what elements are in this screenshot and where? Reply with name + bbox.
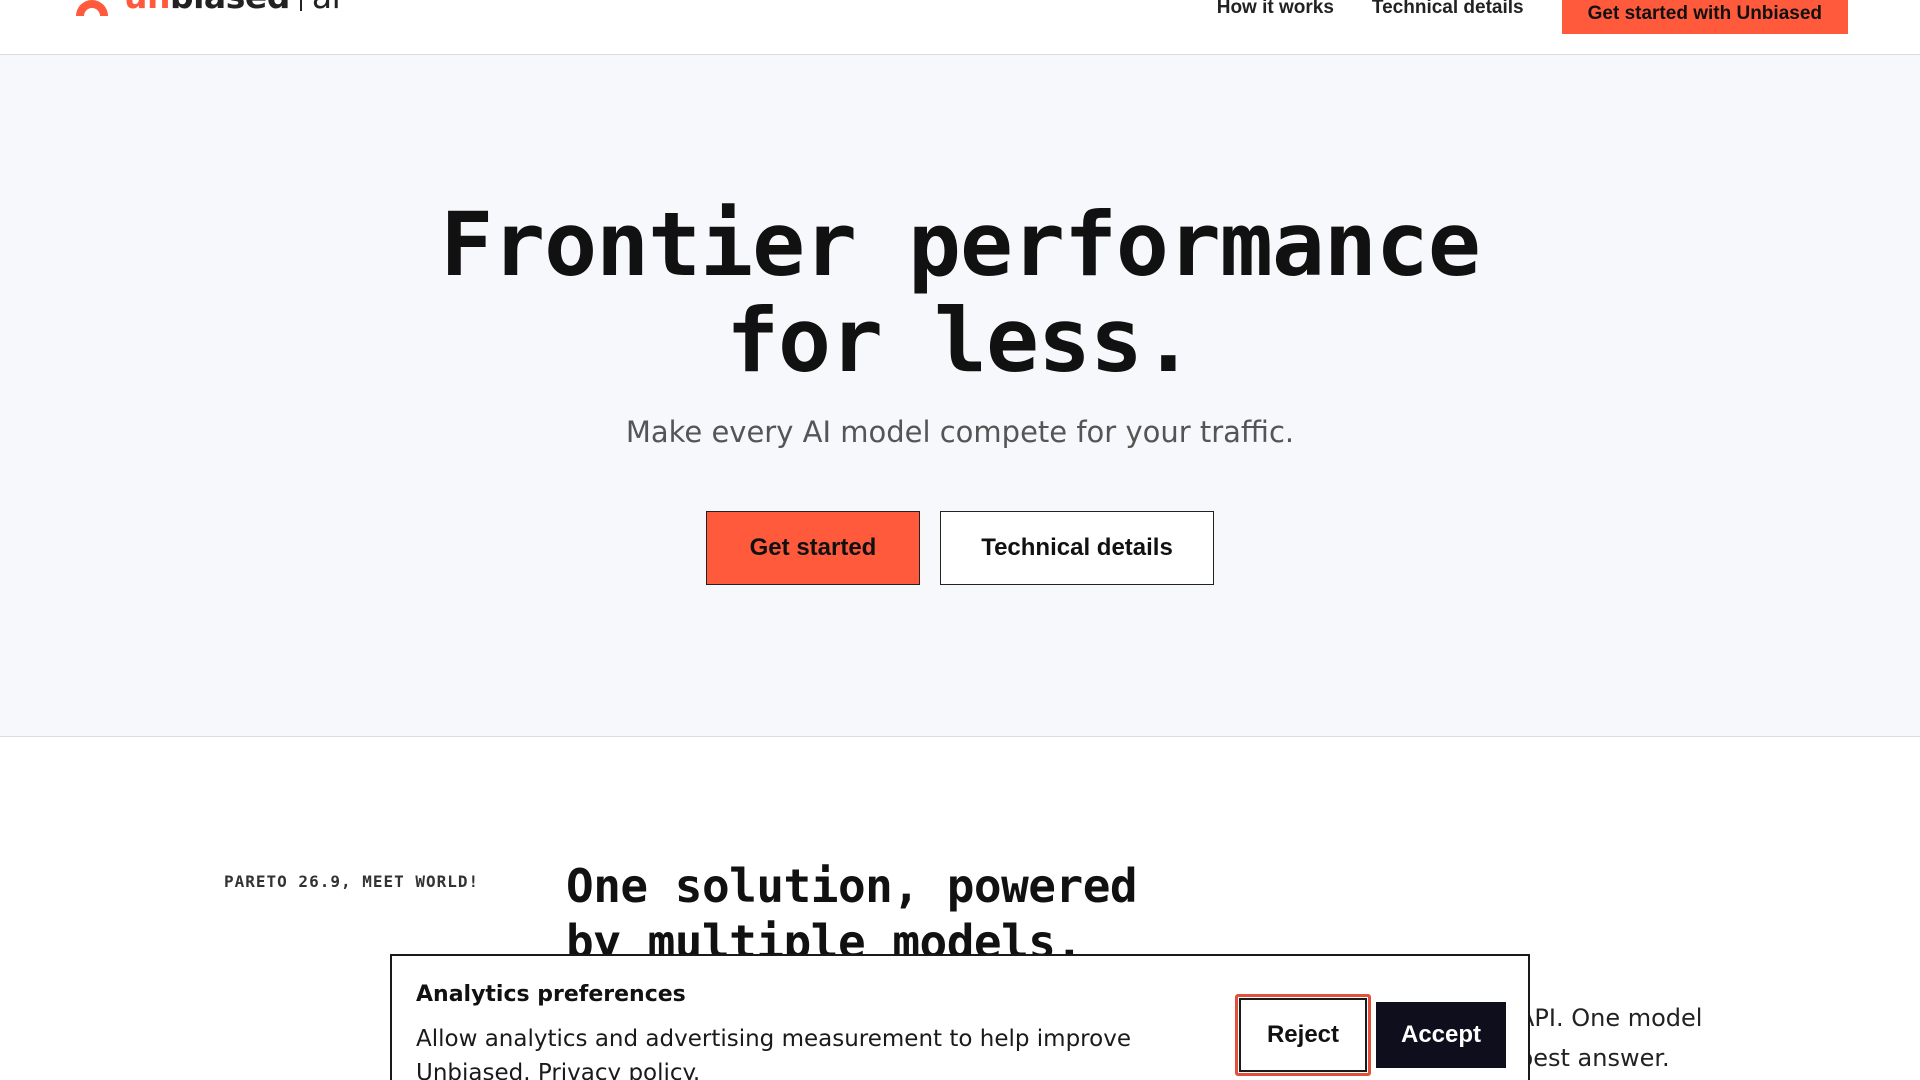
logo-wordmark: un biased ai <box>124 0 341 16</box>
nav-technical-details[interactable]: Technical details <box>1372 0 1524 19</box>
consent-title: Analytics preferences <box>416 982 686 1007</box>
accept-button[interactable]: Accept <box>1376 1002 1506 1068</box>
unbiased-logo[interactable]: un biased ai <box>72 0 341 16</box>
hero-buttons: Get started Technical details <box>0 511 1920 585</box>
logo-divider <box>299 0 302 11</box>
section-side-line-1: API. One model <box>1518 1004 1703 1032</box>
analytics-consent-banner: Analytics preferences Allow analytics an… <box>390 954 1530 1080</box>
logo-ai: ai <box>312 0 341 16</box>
section-side-line-2: best answer. <box>1518 1044 1670 1072</box>
nav-get-started-button[interactable]: Get started with Unbiased <box>1561 0 1848 34</box>
section-title-line-1: One solution, powered <box>566 859 1138 913</box>
technical-details-button[interactable]: Technical details <box>940 511 1214 585</box>
consent-text: Allow analytics and advertising measurem… <box>416 1022 1136 1080</box>
logo-biased: biased <box>170 0 290 16</box>
logo-un: un <box>124 0 171 16</box>
hero-subtitle: Make every AI model compete for your tra… <box>625 415 1295 449</box>
hero-title-line-2: for less. <box>726 289 1195 392</box>
logo-arch-icon <box>72 0 112 16</box>
nav-how-it-works[interactable]: How it works <box>1217 0 1334 19</box>
consent-description: Allow analytics and advertising measurem… <box>416 1026 1131 1080</box>
hero-title-line-1: Frontier performance <box>440 193 1481 296</box>
get-started-button[interactable]: Get started <box>706 511 920 585</box>
site-header: un biased ai How it works Technical deta… <box>0 0 1920 55</box>
reject-button[interactable]: Reject <box>1239 998 1367 1072</box>
hero-section: Frontier performance for less. Make ever… <box>0 55 1920 737</box>
section-side-text: API. One model best answer. <box>1518 998 1702 1078</box>
privacy-policy-link[interactable]: Privacy policy. <box>538 1060 700 1080</box>
hero-title: Frontier performance for less. <box>0 197 1920 389</box>
main-nav: How it works Technical details Get start… <box>1217 0 1848 34</box>
section-eyebrow: PARETO 26.9, MEET WORLD! <box>224 872 480 891</box>
